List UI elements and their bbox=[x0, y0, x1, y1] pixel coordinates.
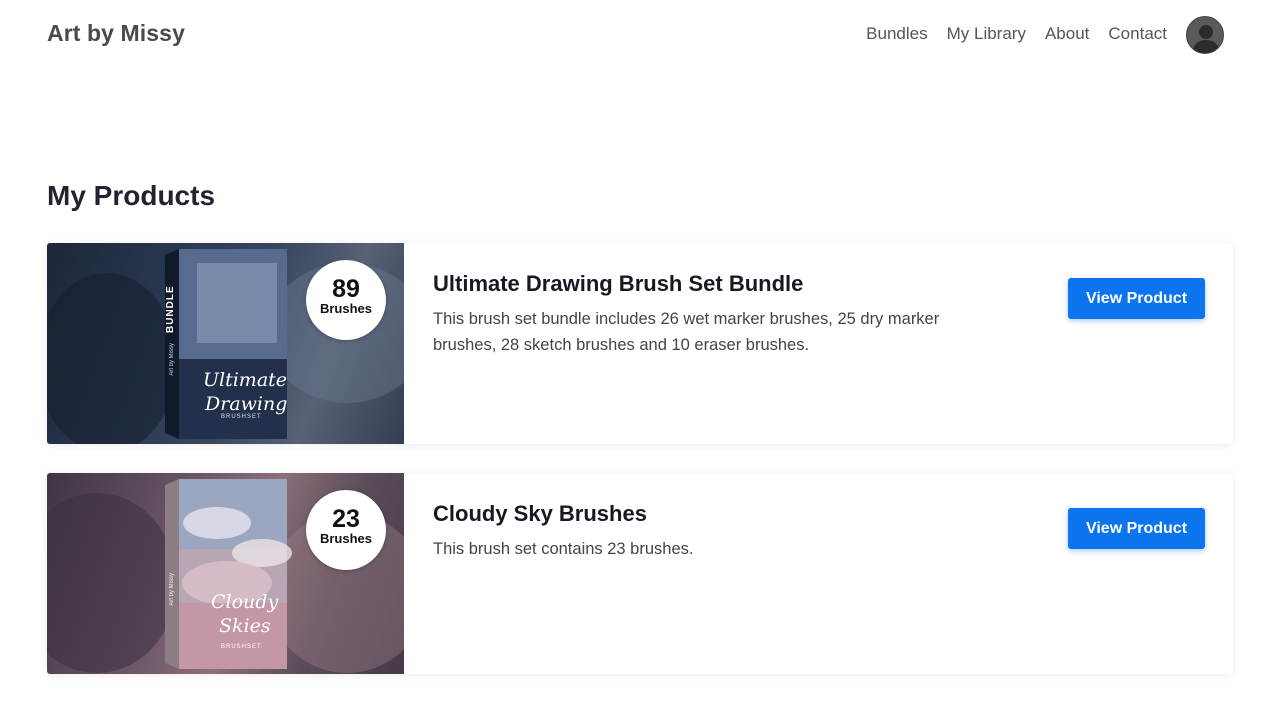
badge-count: 23 bbox=[332, 505, 360, 533]
brush-count-badge: 23 Brushes bbox=[306, 490, 386, 570]
box-side-label: Art by Missy bbox=[169, 343, 175, 376]
product-description: This brush set contains 23 brushes. bbox=[433, 540, 694, 558]
box-subtitle: BRUSHSET bbox=[221, 414, 262, 420]
nav-link-contact[interactable]: Contact bbox=[1108, 24, 1167, 44]
page-title: My Products bbox=[47, 180, 216, 211]
user-avatar-icon[interactable] bbox=[1186, 16, 1224, 54]
brush-count-badge: 89 Brushes bbox=[306, 260, 386, 340]
box-subtitle: BRUSHSET bbox=[221, 644, 262, 650]
view-product-button[interactable]: View Product bbox=[1068, 508, 1205, 549]
product-card: Art by Missy Cloudy Skies BRUSHSET 23 Br… bbox=[47, 473, 1233, 674]
product-thumbnail[interactable]: Art by Missy Cloudy Skies BRUSHSET 23 Br… bbox=[47, 473, 404, 674]
product-thumbnail[interactable]: BUNDLE Art by Missy Ultimate Drawing BRU… bbox=[47, 243, 404, 444]
box-title-line-1: Ultimate bbox=[203, 369, 288, 391]
product-title[interactable]: Ultimate Drawing Brush Set Bundle bbox=[433, 271, 803, 297]
box-title-line-2: Drawing bbox=[205, 393, 288, 415]
brand-logo[interactable]: Art by Missy bbox=[47, 20, 185, 47]
badge-label: Brushes bbox=[319, 531, 373, 546]
box-spine-label: BUNDLE bbox=[165, 285, 176, 333]
top-navbar: Art by Missy Bundles My Library About Co… bbox=[0, 0, 1280, 70]
box-side-label: Art by Missy bbox=[169, 573, 175, 606]
main-nav: Bundles My Library About Contact bbox=[866, 24, 1167, 44]
nav-link-about[interactable]: About bbox=[1045, 24, 1089, 44]
badge-count: 89 bbox=[332, 275, 360, 303]
product-description: This brush set bundle includes 26 wet ma… bbox=[433, 310, 940, 354]
nav-link-my-library[interactable]: My Library bbox=[947, 24, 1026, 44]
box-title-line-1: Cloudy bbox=[211, 591, 279, 613]
product-title[interactable]: Cloudy Sky Brushes bbox=[433, 501, 647, 527]
badge-label: Brushes bbox=[319, 301, 373, 316]
view-product-button[interactable]: View Product bbox=[1068, 278, 1205, 319]
nav-link-bundles[interactable]: Bundles bbox=[866, 24, 927, 44]
box-title-line-2: Skies bbox=[219, 615, 271, 637]
product-card: BUNDLE Art by Missy Ultimate Drawing BRU… bbox=[47, 243, 1233, 444]
